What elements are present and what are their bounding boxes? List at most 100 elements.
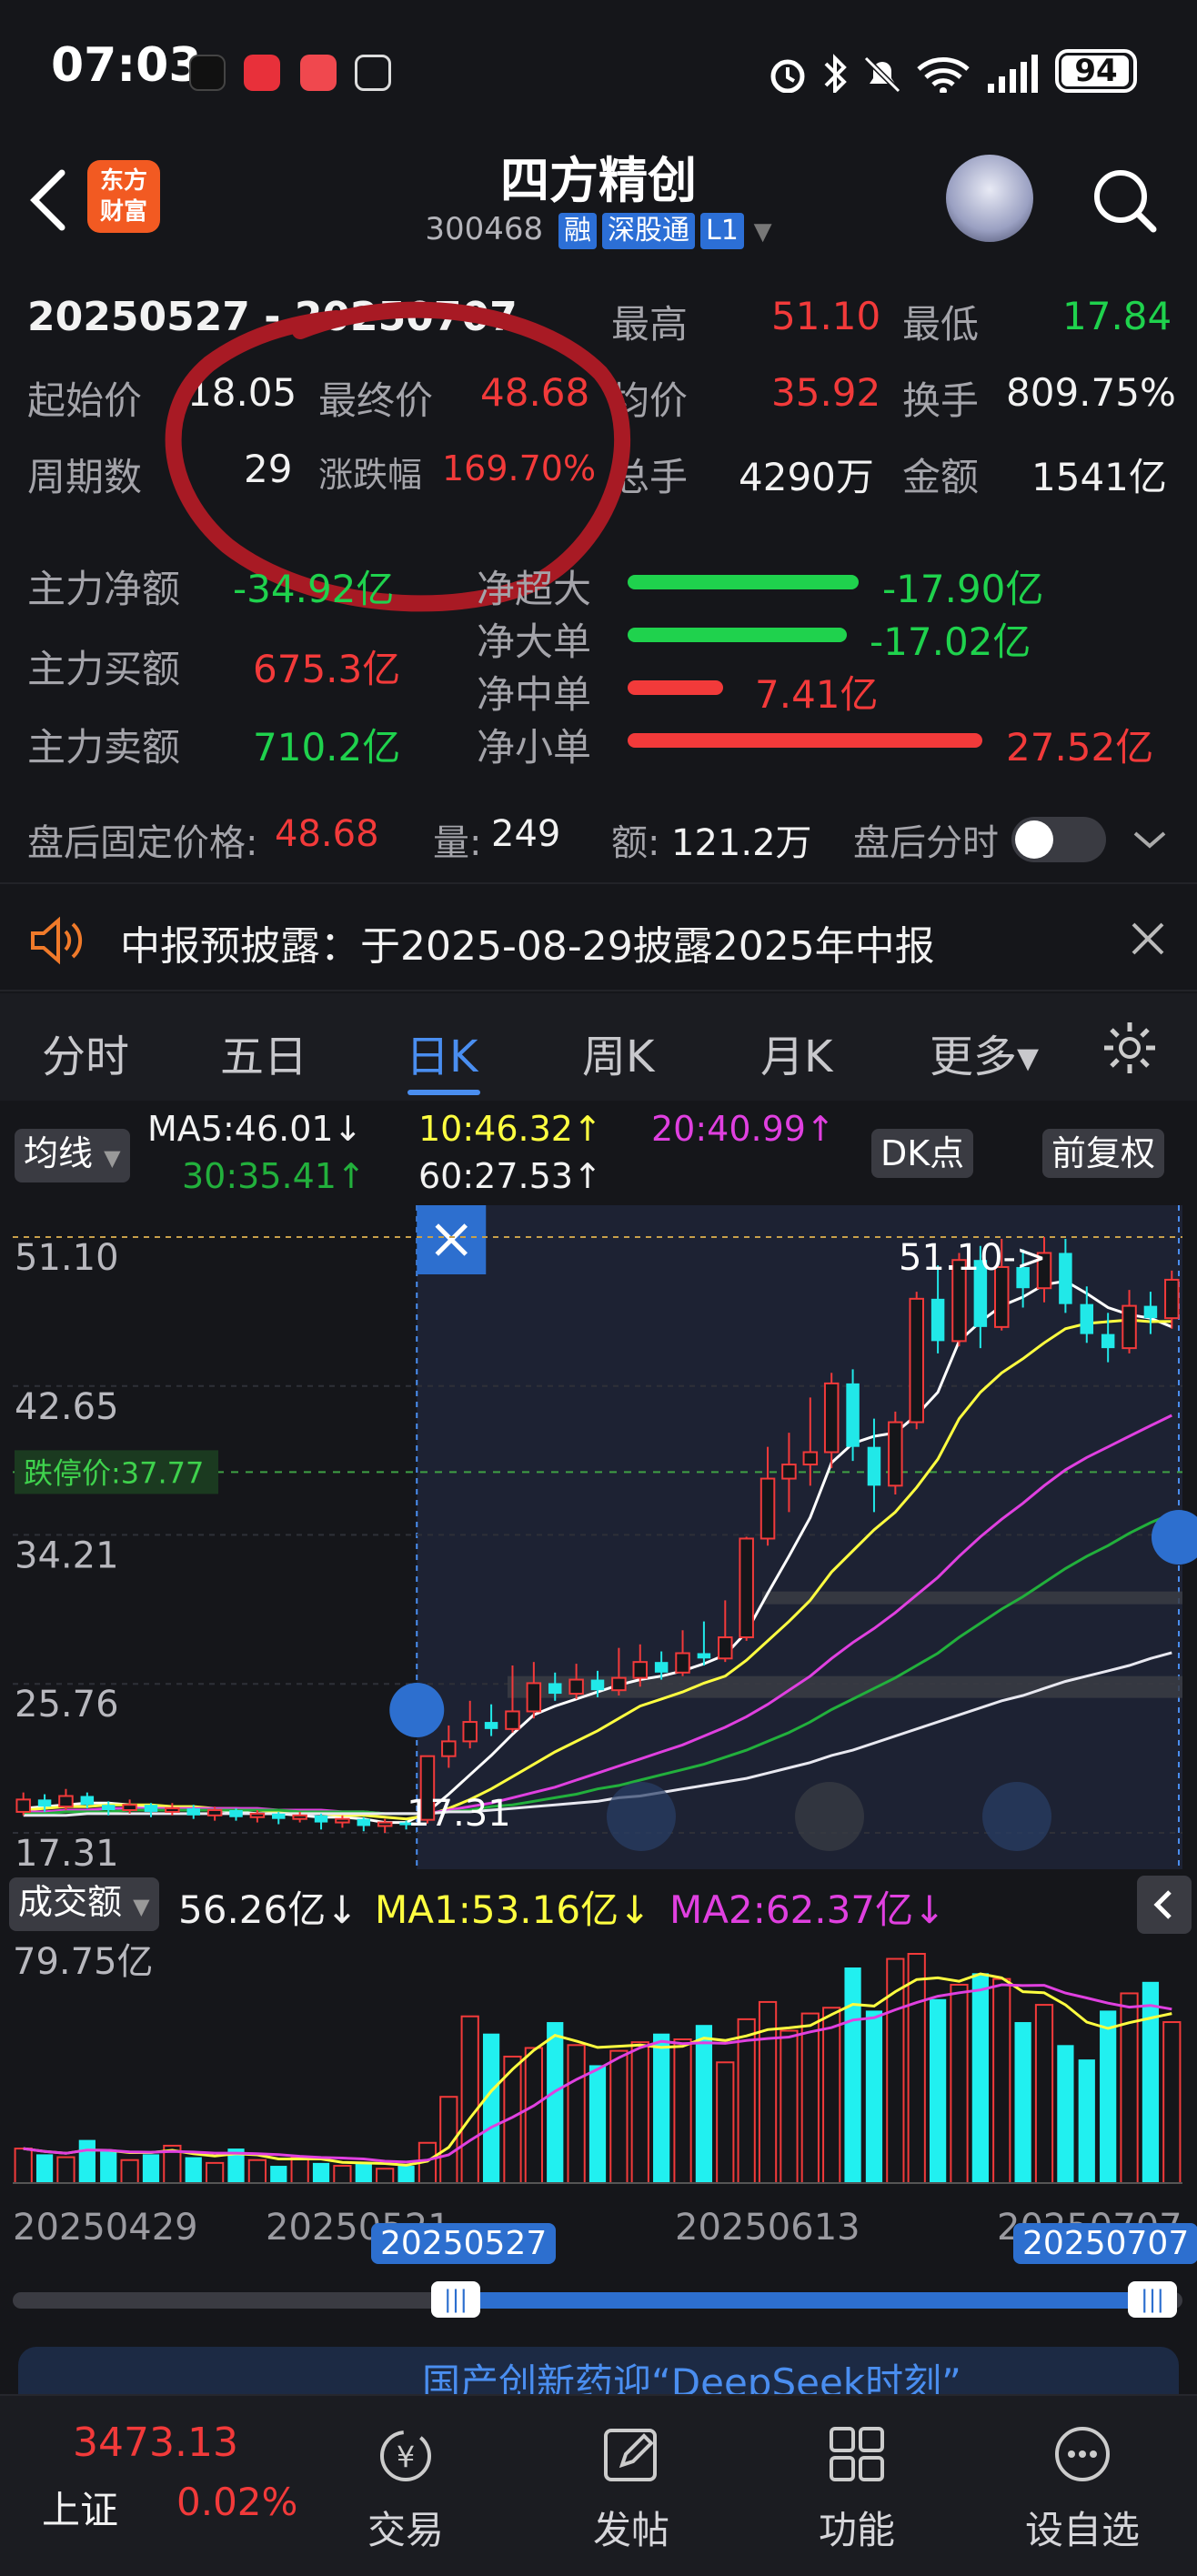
dk-point-button[interactable]: DK点	[871, 1129, 974, 1178]
selection-drag-handle	[389, 1683, 445, 1737]
after-hours-price-label: 盘后固定价格:	[27, 822, 258, 864]
turnover-bar	[1078, 2059, 1095, 2183]
candle-body	[249, 1812, 266, 1818]
chevron-left-icon	[1153, 1890, 1172, 1919]
volume-ma1: MA1:53.16亿↓	[375, 1887, 651, 1932]
candle-body	[846, 1383, 860, 1447]
ma20-readout: 20:40.99↑	[651, 1109, 835, 1149]
turnover-bar	[333, 2165, 352, 2185]
turnover-bar	[1142, 1981, 1160, 2183]
candle-body	[357, 1818, 371, 1826]
range-end-handle[interactable]: |||	[1128, 2281, 1177, 2318]
tab-more[interactable]: 更多▾	[930, 1021, 1039, 1084]
turnover-bar	[950, 1983, 969, 2184]
candle-body	[739, 1537, 754, 1639]
dropdown-icon: ▼	[753, 218, 772, 246]
turnover-bar	[567, 2044, 586, 2184]
chart-next-button	[795, 1782, 864, 1851]
settings-gear-icon[interactable]	[1101, 1019, 1159, 1077]
candle-body	[632, 1661, 649, 1679]
candle-body	[441, 1740, 457, 1757]
index-ticker[interactable]: 3473.13 上证 0.02%	[27, 2418, 300, 2554]
notice-banner[interactable]: 中报预披露：于2025-08-29披露2025年中报	[0, 882, 1197, 991]
nav-post-label: 发帖	[592, 2508, 669, 2552]
candle-body	[80, 1796, 95, 1806]
main-sell-value: 710.2亿	[253, 725, 401, 770]
nav-functions[interactable]: 功能	[784, 2423, 930, 2555]
after-hours-row: 盘后固定价格: 48.68 量: 249 额: 121.2万 盘后分时	[0, 800, 1197, 873]
tag-connect: 深股通	[601, 213, 695, 249]
turnover-bar	[247, 2158, 267, 2185]
tab-weekly-k[interactable]: 周K	[582, 1021, 654, 1084]
y-tick-label: 17.31	[15, 1833, 119, 1869]
volume-value: 4290万	[739, 455, 874, 499]
candle-body	[484, 1722, 498, 1729]
candle-body	[58, 1795, 74, 1808]
turnover-bar	[844, 1967, 861, 2183]
y-tick-label: 42.65	[15, 1386, 119, 1428]
expand-chevron-icon[interactable]	[1132, 826, 1168, 853]
tab-timeshare[interactable]: 分时	[42, 1021, 129, 1084]
collapse-panel-button[interactable]	[1137, 1876, 1192, 1934]
turnover-bar	[800, 2012, 820, 2184]
close-icon[interactable]	[1128, 919, 1168, 959]
after-hours-vol-label: 量:	[433, 822, 482, 864]
turnover-bar	[185, 2157, 202, 2183]
turnover-bar	[992, 1977, 1011, 2184]
turnover-bar	[290, 2156, 309, 2184]
candle-body	[568, 1678, 584, 1696]
battery-level: 94	[1074, 53, 1118, 89]
fund-bar-0	[628, 575, 859, 589]
x-label-0: 20250429	[13, 2207, 198, 2249]
low-price-marker: 17.31	[407, 1793, 511, 1835]
fund-bar-value-2: 7.41亿	[755, 672, 879, 717]
after-hours-toggle[interactable]	[1011, 817, 1106, 862]
index-change: 0.02%	[176, 2480, 298, 2524]
tab-monthly-k[interactable]: 月K	[760, 1021, 832, 1084]
turnover-bar	[460, 2015, 479, 2184]
volume-type-button[interactable]: 成交额 ▼	[9, 1877, 159, 1931]
index-value: 3473.13	[73, 2420, 238, 2466]
tag-margin: 融	[558, 213, 597, 249]
speaker-icon	[31, 916, 83, 965]
turnover-bar	[588, 2065, 607, 2183]
turnover-bar	[865, 2010, 883, 2183]
ma-toggle-button[interactable]: 均线 ▼	[15, 1129, 130, 1182]
amount-label: 金额	[902, 455, 980, 499]
candle-body	[206, 1808, 223, 1816]
candle-body	[1164, 1278, 1180, 1320]
price-adjust-button[interactable]: 前复权	[1042, 1129, 1165, 1178]
nav-post[interactable]: 发帖	[558, 2423, 704, 2555]
fund-bar-label-3: 净小单	[477, 725, 592, 770]
turnover-bar	[673, 2038, 692, 2184]
volume-max-label: 79.75亿	[13, 1941, 154, 1983]
tab-five-day[interactable]: 五日	[220, 1021, 307, 1084]
high-value: 51.10	[771, 294, 881, 338]
candle-body	[165, 1807, 180, 1813]
alarm-icon	[770, 59, 805, 93]
candle-body	[1122, 1304, 1137, 1350]
assistant-robot-icon[interactable]	[946, 155, 1033, 242]
nav-add-watchlist[interactable]: 设自选	[1010, 2423, 1155, 2555]
huawei-app-icon	[244, 55, 280, 91]
candle-body	[930, 1298, 945, 1342]
tiktok-icon	[189, 55, 226, 91]
candle-body	[718, 1636, 733, 1660]
turnover-bar	[524, 2047, 543, 2184]
candle-body	[229, 1809, 243, 1817]
fund-bar-label-0: 净超大	[477, 567, 592, 611]
resistance-band	[762, 1591, 1182, 1605]
tab-daily-k[interactable]: 日K	[406, 1021, 478, 1084]
range-start-handle[interactable]: |||	[431, 2281, 480, 2318]
after-hours-amt-label: 额:	[611, 822, 660, 864]
fund-bar-1	[628, 628, 847, 642]
candlestick-chart[interactable]: 51.10 42.65 34.21 25.76 17.31 跌停价:37.77 51.10-…	[0, 1205, 1197, 1869]
status-bar: 07:03 94	[0, 0, 1197, 136]
bottom-navigation: 3473.13 上证 0.02% ¥ 交易 发帖 功能 设自选	[0, 2394, 1197, 2576]
candle-body	[888, 1421, 903, 1487]
candle-body	[867, 1446, 881, 1486]
nav-trade[interactable]: ¥ 交易	[333, 2423, 478, 2555]
search-icon[interactable]	[1088, 164, 1161, 236]
main-buy-value: 675.3亿	[253, 647, 401, 691]
yen-exchange-icon: ¥	[380, 2430, 431, 2481]
